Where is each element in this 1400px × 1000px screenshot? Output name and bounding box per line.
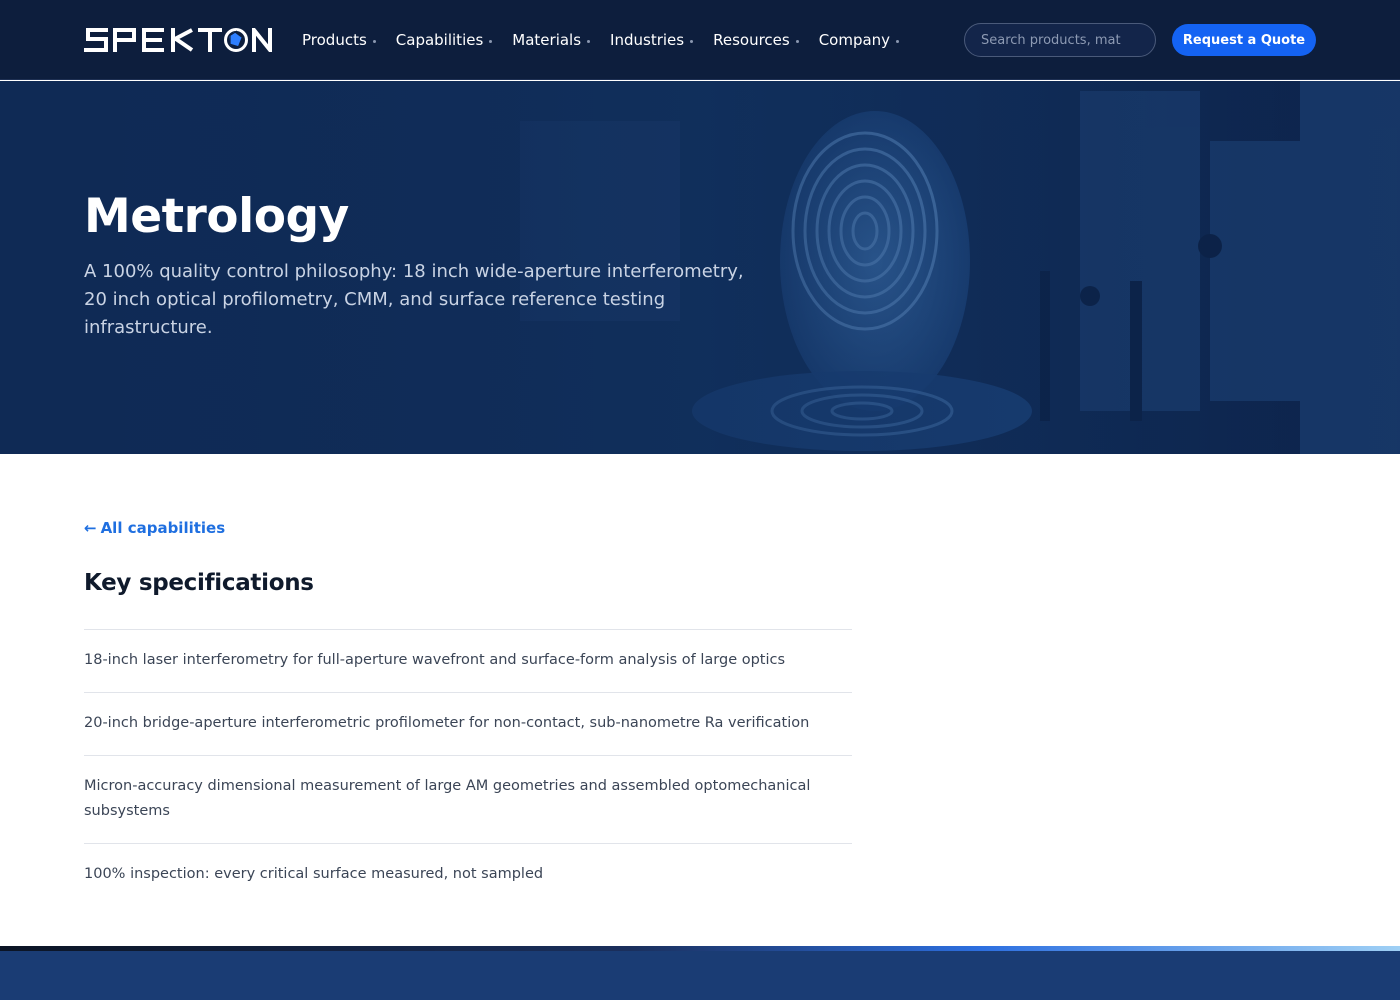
chevron-down-icon	[587, 39, 591, 43]
chevron-down-icon	[489, 39, 493, 43]
all-capabilities-link[interactable]: ← All capabilities	[84, 519, 225, 537]
menu-item-label: Company	[818, 31, 891, 49]
list-item: 100% inspection: every critical surface …	[84, 843, 852, 906]
menu-item-industries[interactable]: Industries	[610, 31, 694, 49]
menu-item-products[interactable]: Products	[302, 31, 376, 49]
menu-item-label: Industries	[610, 31, 685, 49]
section-title: Key specifications	[84, 570, 314, 596]
main-menu: Products Capabilities Materials Industri…	[302, 0, 919, 80]
spekton-logo[interactable]	[84, 28, 274, 52]
request-quote-button[interactable]: Request a Quote	[1172, 24, 1316, 56]
arrow-left-icon: ←	[84, 519, 97, 537]
menu-item-label: Products	[302, 31, 367, 49]
menu-item-label: Capabilities	[395, 31, 484, 49]
chevron-down-icon	[372, 39, 376, 43]
hero-banner: Metrology A 100% quality control philoso…	[0, 81, 1400, 454]
specifications-list: 18-inch laser interferometry for full-ap…	[84, 629, 852, 906]
top-navigation: Products Capabilities Materials Industri…	[0, 0, 1400, 80]
footer	[0, 951, 1400, 1000]
menu-item-label: Materials	[512, 31, 582, 49]
menu-item-label: Resources	[713, 31, 790, 49]
menu-item-capabilities[interactable]: Capabilities	[396, 31, 493, 49]
search-input[interactable]	[964, 23, 1156, 57]
list-item: 18-inch laser interferometry for full-ap…	[84, 629, 852, 692]
chevron-down-icon	[690, 39, 694, 43]
list-item: 20-inch bridge-aperture interferometric …	[84, 692, 852, 755]
chevron-down-icon	[896, 39, 900, 43]
menu-item-company[interactable]: Company	[818, 31, 900, 49]
chevron-down-icon	[795, 39, 799, 43]
menu-item-materials[interactable]: Materials	[512, 31, 591, 49]
menu-item-resources[interactable]: Resources	[713, 31, 799, 49]
back-link-label: All capabilities	[100, 519, 226, 537]
list-item: Micron-accuracy dimensional measurement …	[84, 755, 852, 843]
page-subtitle: A 100% quality control philosophy: 18 in…	[84, 261, 744, 338]
page-title: Metrology	[84, 189, 349, 244]
